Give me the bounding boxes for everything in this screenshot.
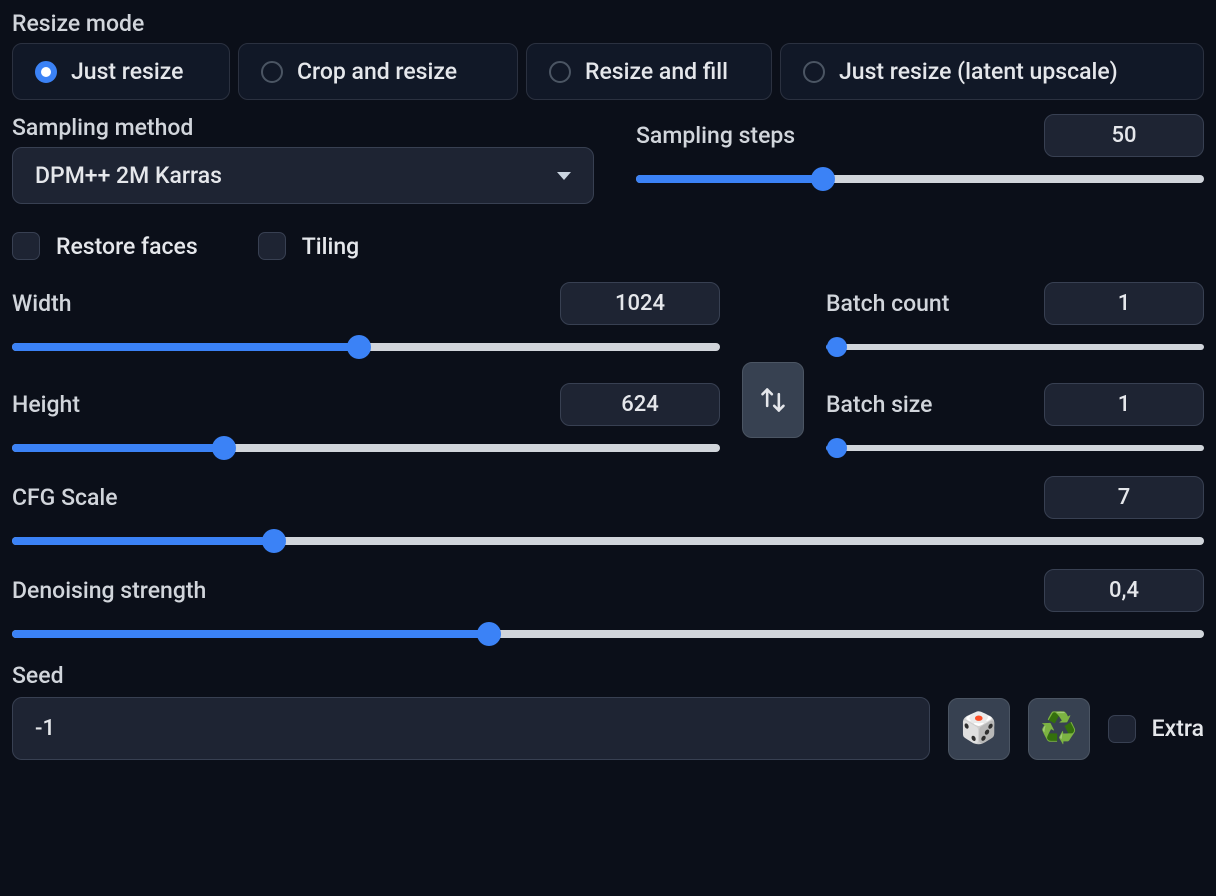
height-slider[interactable]: [12, 436, 720, 460]
recycle-icon: ♻️: [1040, 711, 1077, 746]
checkbox-box-icon: [12, 232, 40, 260]
sampling-steps-label: Sampling steps: [636, 122, 795, 149]
cfg-scale-value[interactable]: 7: [1044, 476, 1204, 519]
denoising-label: Denoising strength: [12, 577, 206, 604]
batch-count-label: Batch count: [826, 290, 949, 317]
radio-dot-icon: [35, 61, 57, 83]
width-value[interactable]: 1024: [560, 282, 720, 325]
sampling-steps-slider[interactable]: [636, 167, 1204, 191]
width-label: Width: [12, 290, 72, 317]
seed-random-button[interactable]: 🎲: [948, 698, 1010, 760]
batch-size-slider[interactable]: [826, 436, 1204, 460]
sampling-method-value: DPM++ 2M Karras: [35, 162, 222, 189]
settings-panel: Resize mode Just resize Crop and resize …: [0, 0, 1216, 772]
seed-reuse-button[interactable]: ♻️: [1028, 698, 1090, 760]
resize-option-crop-and-resize[interactable]: Crop and resize: [238, 43, 518, 100]
extra-label: Extra: [1152, 715, 1204, 742]
sampling-steps-value[interactable]: 50: [1044, 114, 1204, 157]
batch-size-label: Batch size: [826, 391, 933, 418]
resize-option-resize-and-fill[interactable]: Resize and fill: [526, 43, 772, 100]
height-value[interactable]: 624: [560, 383, 720, 426]
sampling-method-select[interactable]: DPM++ 2M Karras: [12, 147, 594, 204]
restore-faces-label: Restore faces: [56, 233, 198, 260]
seed-input[interactable]: -1: [12, 697, 930, 760]
resize-mode-group: Just resize Crop and resize Resize and f…: [12, 43, 1204, 100]
checkbox-box-icon: [258, 232, 286, 260]
resize-option-latent-upscale[interactable]: Just resize (latent upscale): [780, 43, 1204, 100]
resize-mode-label: Resize mode: [12, 10, 1204, 37]
seed-label: Seed: [12, 662, 1204, 689]
dice-icon: 🎲: [960, 711, 997, 746]
restore-faces-checkbox[interactable]: Restore faces: [12, 232, 198, 260]
batch-count-value[interactable]: 1: [1044, 282, 1204, 325]
width-slider[interactable]: [12, 335, 720, 359]
radio-dot-icon: [549, 61, 571, 83]
chevron-down-icon: [557, 172, 571, 180]
sampling-method-label: Sampling method: [12, 114, 614, 141]
swap-dimensions-button[interactable]: [742, 362, 804, 438]
radio-dot-icon: [803, 61, 825, 83]
batch-size-value[interactable]: 1: [1044, 383, 1204, 426]
checkbox-box-icon: [1108, 715, 1136, 743]
cfg-scale-label: CFG Scale: [12, 484, 118, 511]
resize-option-just-resize[interactable]: Just resize: [12, 43, 230, 100]
swap-arrows-icon: [759, 386, 787, 414]
cfg-scale-slider[interactable]: [12, 529, 1204, 553]
radio-dot-icon: [261, 61, 283, 83]
tiling-checkbox[interactable]: Tiling: [258, 232, 359, 260]
extra-checkbox[interactable]: Extra: [1108, 715, 1204, 743]
batch-count-slider[interactable]: [826, 335, 1204, 359]
denoising-value[interactable]: 0,4: [1044, 569, 1204, 612]
denoising-slider[interactable]: [12, 622, 1204, 646]
height-label: Height: [12, 391, 80, 418]
tiling-label: Tiling: [302, 233, 359, 260]
